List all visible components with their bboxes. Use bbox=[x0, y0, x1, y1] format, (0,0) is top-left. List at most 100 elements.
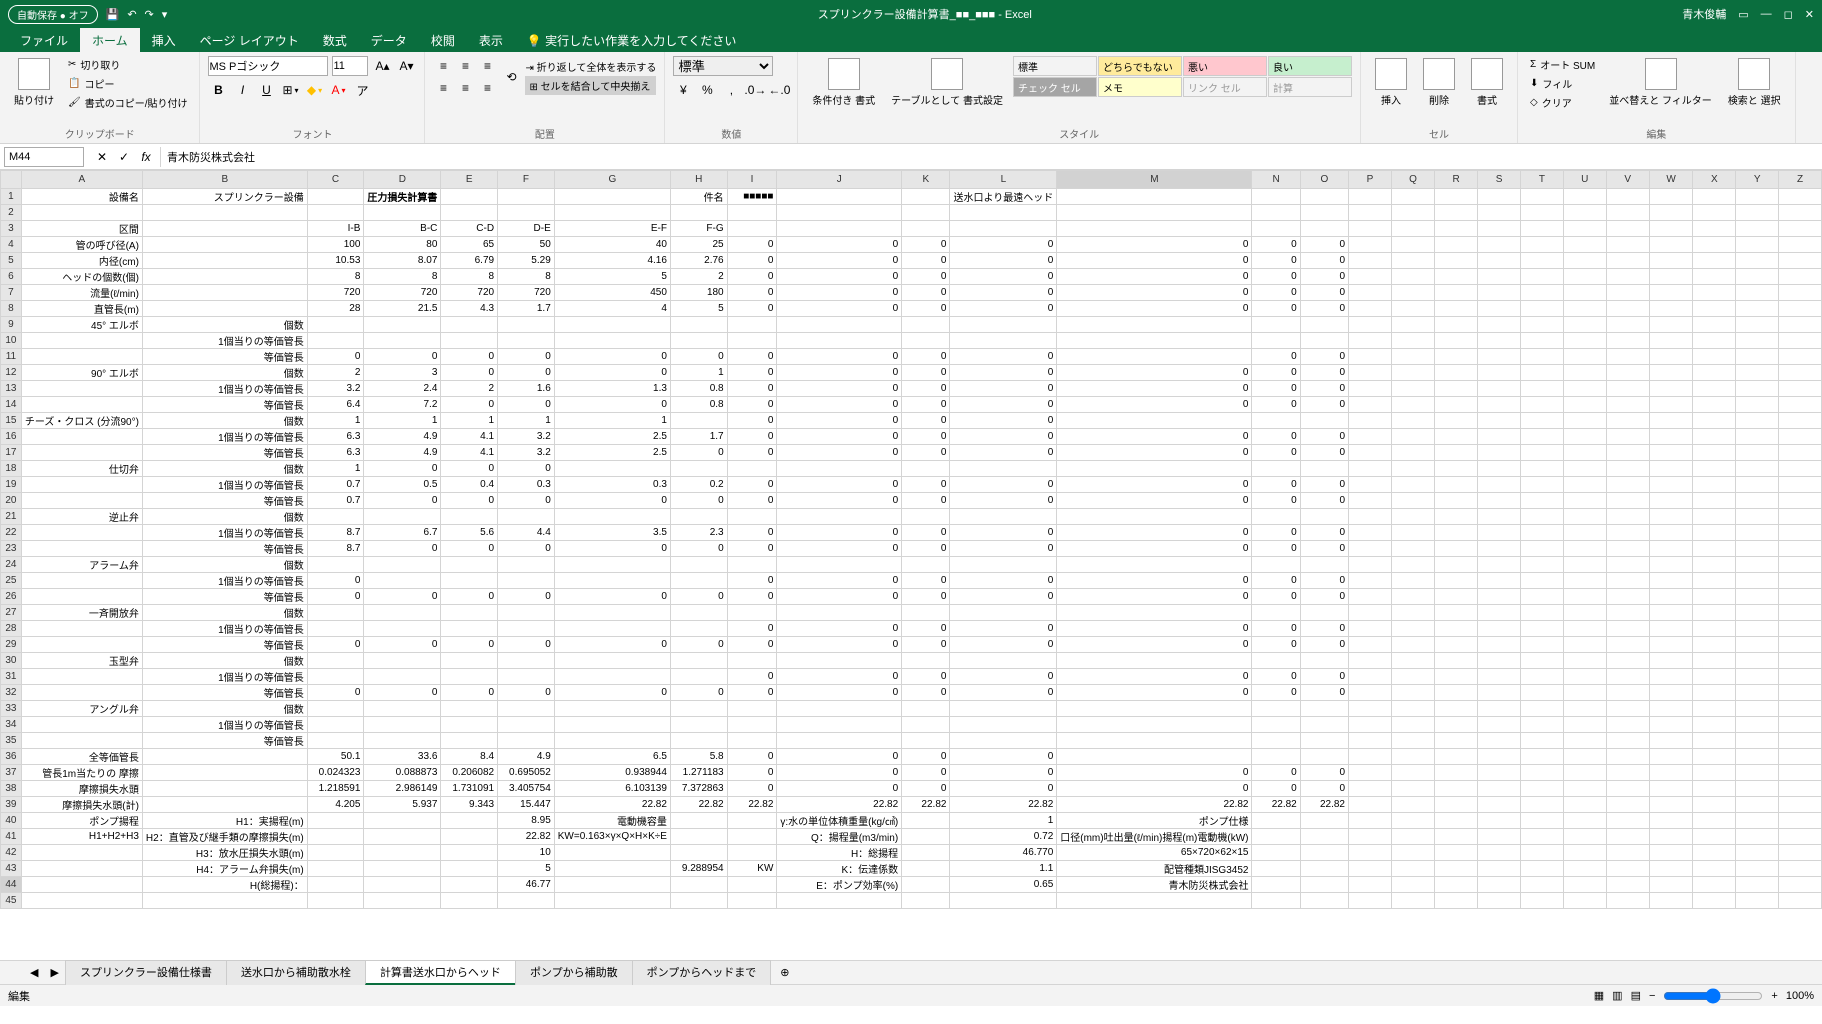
cell-K28[interactable]: 0 bbox=[902, 621, 950, 637]
cell-K34[interactable] bbox=[902, 717, 950, 733]
cell-B18[interactable]: 個数 bbox=[142, 461, 307, 477]
cell-Y23[interactable] bbox=[1736, 541, 1779, 557]
cell-U1[interactable] bbox=[1563, 189, 1606, 205]
cell-Y13[interactable] bbox=[1736, 381, 1779, 397]
cell-E18[interactable]: 0 bbox=[441, 461, 498, 477]
cell-W7[interactable] bbox=[1649, 285, 1693, 301]
cell-O38[interactable]: 0 bbox=[1300, 781, 1348, 797]
cell-R23[interactable] bbox=[1435, 541, 1478, 557]
cell-N35[interactable] bbox=[1252, 733, 1300, 749]
cell-Y32[interactable] bbox=[1736, 685, 1779, 701]
cell-V25[interactable] bbox=[1606, 573, 1649, 589]
cell-O7[interactable]: 0 bbox=[1300, 285, 1348, 301]
cell-H17[interactable]: 0 bbox=[670, 445, 727, 461]
cell-J31[interactable]: 0 bbox=[777, 669, 902, 685]
cell-B44[interactable]: H(総揚程)： bbox=[142, 877, 307, 893]
cell-Q35[interactable] bbox=[1391, 733, 1434, 749]
cell-R39[interactable] bbox=[1435, 797, 1478, 813]
cell-M10[interactable] bbox=[1057, 333, 1252, 349]
cell-A33[interactable]: アングル弁 bbox=[21, 701, 142, 717]
cell-N29[interactable]: 0 bbox=[1252, 637, 1300, 653]
cell-J10[interactable] bbox=[777, 333, 902, 349]
cell-H14[interactable]: 0.8 bbox=[670, 397, 727, 413]
cell-L42[interactable]: 46.770 bbox=[950, 845, 1057, 861]
cell-B31[interactable]: 1個当りの等価管長 bbox=[142, 669, 307, 685]
cell-X34[interactable] bbox=[1693, 717, 1736, 733]
cell-R1[interactable] bbox=[1435, 189, 1478, 205]
cell-C1[interactable] bbox=[307, 189, 364, 205]
cell-Q25[interactable] bbox=[1391, 573, 1434, 589]
cell-C20[interactable]: 0.7 bbox=[307, 493, 364, 509]
cell-E15[interactable]: 1 bbox=[441, 413, 498, 429]
cell-B7[interactable] bbox=[142, 285, 307, 301]
cell-M1[interactable] bbox=[1057, 189, 1252, 205]
cell-Y19[interactable] bbox=[1736, 477, 1779, 493]
cell-T2[interactable] bbox=[1521, 205, 1564, 221]
cell-W44[interactable] bbox=[1649, 877, 1693, 893]
cell-Y26[interactable] bbox=[1736, 589, 1779, 605]
cell-M44[interactable]: 青木防災株式会社 bbox=[1057, 877, 1252, 893]
orientation-icon[interactable]: ⟲ bbox=[501, 67, 521, 87]
cell-V43[interactable] bbox=[1606, 861, 1649, 877]
cell-R13[interactable] bbox=[1435, 381, 1478, 397]
cell-U11[interactable] bbox=[1563, 349, 1606, 365]
cell-U13[interactable] bbox=[1563, 381, 1606, 397]
cell-X2[interactable] bbox=[1693, 205, 1736, 221]
cell-Z2[interactable] bbox=[1779, 205, 1822, 221]
cell-L11[interactable]: 0 bbox=[950, 349, 1057, 365]
cell-A10[interactable] bbox=[21, 333, 142, 349]
fill-color-button[interactable]: ◆ bbox=[304, 80, 324, 100]
cell-G13[interactable]: 1.3 bbox=[554, 381, 670, 397]
cell-W43[interactable] bbox=[1649, 861, 1693, 877]
cell-P44[interactable] bbox=[1349, 877, 1392, 893]
cell-A31[interactable] bbox=[21, 669, 142, 685]
cell-X16[interactable] bbox=[1693, 429, 1736, 445]
cell-K4[interactable]: 0 bbox=[902, 237, 950, 253]
cell-O4[interactable]: 0 bbox=[1300, 237, 1348, 253]
cell-E43[interactable] bbox=[441, 861, 498, 877]
cell-K19[interactable]: 0 bbox=[902, 477, 950, 493]
cell-R25[interactable] bbox=[1435, 573, 1478, 589]
cell-K44[interactable] bbox=[902, 877, 950, 893]
cell-B3[interactable] bbox=[142, 221, 307, 237]
cell-T11[interactable] bbox=[1521, 349, 1564, 365]
cell-W12[interactable] bbox=[1649, 365, 1693, 381]
zoom-in-icon[interactable]: + bbox=[1771, 990, 1777, 1002]
cell-L9[interactable] bbox=[950, 317, 1057, 333]
cell-R9[interactable] bbox=[1435, 317, 1478, 333]
cell-H5[interactable]: 2.76 bbox=[670, 253, 727, 269]
cell-P26[interactable] bbox=[1349, 589, 1392, 605]
cell-F36[interactable]: 4.9 bbox=[498, 749, 555, 765]
cell-A13[interactable] bbox=[21, 381, 142, 397]
cell-G29[interactable]: 0 bbox=[554, 637, 670, 653]
clear-button[interactable]: ◇ クリア bbox=[1526, 94, 1599, 111]
zoom-out-icon[interactable]: − bbox=[1649, 990, 1655, 1002]
cell-V32[interactable] bbox=[1606, 685, 1649, 701]
cell-K32[interactable]: 0 bbox=[902, 685, 950, 701]
cell-M15[interactable] bbox=[1057, 413, 1252, 429]
cell-Q6[interactable] bbox=[1391, 269, 1434, 285]
font-name-select[interactable] bbox=[208, 56, 328, 76]
cell-G23[interactable]: 0 bbox=[554, 541, 670, 557]
col-header-U[interactable]: U bbox=[1563, 171, 1606, 189]
cell-I41[interactable] bbox=[727, 829, 777, 845]
cell-J11[interactable]: 0 bbox=[777, 349, 902, 365]
cell-W23[interactable] bbox=[1649, 541, 1693, 557]
cell-Z42[interactable] bbox=[1779, 845, 1822, 861]
cell-E9[interactable] bbox=[441, 317, 498, 333]
cell-J36[interactable]: 0 bbox=[777, 749, 902, 765]
cell-N28[interactable]: 0 bbox=[1252, 621, 1300, 637]
cell-E44[interactable] bbox=[441, 877, 498, 893]
sort-filter-button[interactable]: 並べ替えと フィルター bbox=[1603, 56, 1718, 109]
cell-K17[interactable]: 0 bbox=[902, 445, 950, 461]
cell-Y44[interactable] bbox=[1736, 877, 1779, 893]
cell-Y43[interactable] bbox=[1736, 861, 1779, 877]
cell-S1[interactable] bbox=[1478, 189, 1521, 205]
cell-O16[interactable]: 0 bbox=[1300, 429, 1348, 445]
cell-G26[interactable]: 0 bbox=[554, 589, 670, 605]
cell-J32[interactable]: 0 bbox=[777, 685, 902, 701]
cell-D38[interactable]: 2.986149 bbox=[364, 781, 441, 797]
cell-F26[interactable]: 0 bbox=[498, 589, 555, 605]
cell-D21[interactable] bbox=[364, 509, 441, 525]
cell-Z25[interactable] bbox=[1779, 573, 1822, 589]
